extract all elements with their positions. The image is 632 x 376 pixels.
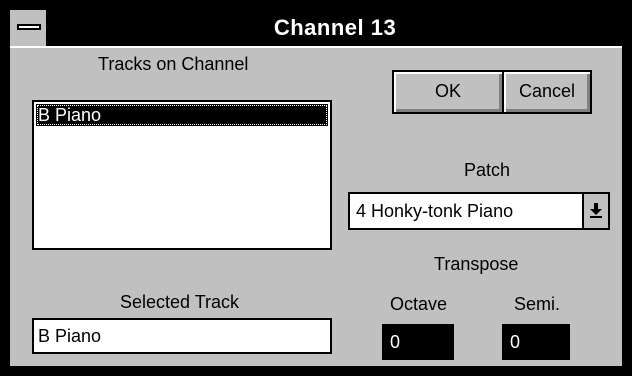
list-item[interactable]: B Piano <box>36 104 328 126</box>
cancel-button[interactable]: Cancel <box>502 70 592 114</box>
tracks-on-channel-label: Tracks on Channel <box>98 54 249 74</box>
octave-label: Octave <box>390 294 448 314</box>
system-menu-icon[interactable] <box>10 10 48 46</box>
down-arrow-icon <box>590 203 602 218</box>
selected-track-field[interactable]: B Piano <box>32 318 332 354</box>
patch-dropdown[interactable]: 4 Honky-tonk Piano <box>348 192 610 230</box>
semi-label: Semi. <box>514 294 561 314</box>
dialog-body: Tracks on Channel B Piano Selected Track… <box>10 48 622 366</box>
ok-button[interactable]: OK <box>392 70 504 114</box>
transpose-label: Transpose <box>434 254 519 274</box>
selected-track-label: Selected Track <box>120 292 240 312</box>
patch-value: 4 Honky-tonk Piano <box>356 201 514 221</box>
channel-dialog: Channel 13 Tracks on Channel B Piano Sel… <box>8 8 624 368</box>
patch-label: Patch <box>464 160 511 180</box>
system-menu-bar <box>17 24 41 30</box>
octave-field[interactable]: 0 <box>382 324 454 360</box>
tracks-listbox[interactable]: B Piano <box>32 100 332 250</box>
title-bar[interactable]: Channel 13 <box>10 10 622 48</box>
dropdown-arrow-button[interactable] <box>582 194 608 228</box>
window-title: Channel 13 <box>273 15 397 40</box>
semi-field[interactable]: 0 <box>502 324 570 360</box>
